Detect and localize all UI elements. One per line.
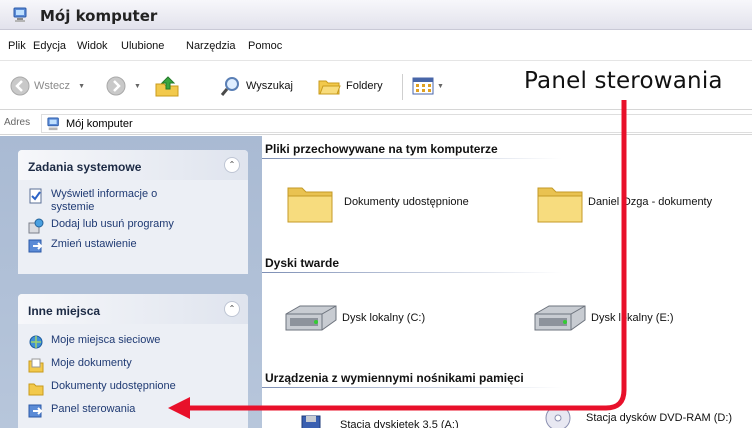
task-add-remove-programs[interactable]: Dodaj lub usuń programy [28, 218, 238, 234]
back-arrow-icon [10, 76, 30, 96]
place-label: Moje dokumenty [51, 357, 132, 369]
collapse-chevron-icon[interactable]: ⌃ [224, 157, 240, 173]
folder-icon [287, 187, 333, 223]
item-label: Stacja dyskietek 3,5 (A:) [340, 419, 459, 428]
task-label: Wyświetl informacje o systemie [51, 188, 158, 213]
item-label: Dokumenty udostępnione [344, 196, 469, 208]
menu-favorites[interactable]: Ulubione [121, 40, 164, 52]
menu-tools[interactable]: Narzędzia [186, 40, 236, 52]
group-title: Urządzenia z wymiennymi nośnikami pamięc… [265, 371, 524, 385]
menu-view[interactable]: Widok [77, 40, 108, 52]
group-divider [262, 158, 562, 159]
item-label: Stacja dysków DVD-RAM (D:) [586, 412, 733, 424]
place-label: Dokumenty udostępnione [51, 380, 176, 392]
back-dropdown-icon[interactable]: ▼ [78, 83, 85, 90]
item-label: Dysk lokalny (C:) [342, 312, 426, 324]
shared-folder-icon [28, 383, 44, 396]
add-remove-programs-icon [28, 218, 44, 234]
group-divider [262, 387, 562, 388]
group-header-hard-drives: Dyski twarde [262, 251, 752, 273]
place-label: Panel sterowania [51, 403, 136, 415]
other-places-header[interactable]: Inne miejsca ⌃ [18, 294, 248, 324]
group-header-removable: Urządzenia z wymiennymi nośnikami pamięc… [262, 366, 752, 388]
folder-user-documents[interactable]: Daniel Ozga - dokumenty [536, 180, 712, 224]
group-divider [262, 272, 562, 273]
task-view-system-info[interactable]: Wyświetl informacje o systemie [28, 188, 238, 214]
task-label: Dodaj lub usuń programy [51, 218, 174, 230]
menu-help[interactable]: Pomoc [248, 40, 282, 52]
item-label: Daniel Ozga - dokumenty [588, 196, 713, 208]
hard-drive-icon [534, 305, 586, 331]
drive-a[interactable]: Stacja dyskietek 3,5 (A:) [300, 414, 459, 428]
system-tasks-title: Zadania systemowe [28, 160, 142, 174]
folders-label: Foldery [346, 80, 383, 92]
address-bar: Adres Mój komputer [0, 111, 752, 135]
address-label: Adres [4, 117, 31, 128]
other-places-title: Inne miejsca [28, 304, 101, 318]
toolbar: Wstecz ▼ ▼ Wyszukaj Foldery ▼ Panel ster… [0, 62, 752, 110]
views-dropdown-icon[interactable]: ▼ [437, 83, 444, 90]
up-folder-icon [155, 76, 179, 97]
forward-arrow-icon [106, 76, 126, 96]
address-value: Mój komputer [66, 117, 133, 130]
group-header-files: Pliki przechowywane na tym komputerze [262, 137, 752, 159]
item-label: Dysk lokalny (E:) [591, 312, 674, 324]
task-pane: Zadania systemowe ⌃ Wyświetl informacje … [0, 136, 262, 428]
task-change-setting[interactable]: Zmień ustawienie [28, 238, 238, 254]
forward-dropdown-icon[interactable]: ▼ [134, 83, 141, 90]
folder-shared-documents[interactable]: Dokumenty udostępnione [286, 180, 469, 224]
group-title: Dyski twarde [265, 256, 340, 270]
menu-file[interactable]: Plik [8, 40, 26, 52]
folders-icon [318, 80, 341, 95]
views-button[interactable]: ▼ [412, 74, 444, 98]
my-computer-icon [13, 7, 27, 22]
up-folder-button[interactable] [154, 74, 180, 98]
title-bar: Mój komputer [0, 0, 752, 30]
views-icon [412, 77, 434, 95]
other-places-panel: Inne miejsca ⌃ Moje miejsca sieciowe Moj… [18, 294, 248, 428]
place-label: Moje miejsca sieciowe [51, 334, 161, 346]
system-tasks-list: Wyświetl informacje o systemie Dodaj lub… [18, 180, 248, 264]
task-label: Zmień ustawienie [51, 238, 137, 250]
floppy-drive-icon [301, 415, 321, 428]
drive-d[interactable]: Stacja dysków DVD-RAM (D:) [540, 404, 732, 428]
place-my-documents[interactable]: Moje dokumenty [28, 357, 238, 373]
place-control-panel[interactable]: Panel sterowania [28, 403, 238, 419]
other-places-list: Moje miejsca sieciowe Moje dokumenty Dok… [18, 324, 248, 428]
search-icon [220, 77, 239, 96]
hard-drive-icon [285, 305, 337, 331]
control-panel-icon [28, 239, 43, 253]
folders-button[interactable]: Foldery [318, 74, 383, 98]
my-computer-icon [47, 116, 59, 130]
system-tasks-header[interactable]: Zadania systemowe ⌃ [18, 150, 248, 180]
system-tasks-panel: Zadania systemowe ⌃ Wyświetl informacje … [18, 150, 248, 274]
annotation-label: Panel sterowania [524, 68, 723, 94]
network-places-icon [29, 335, 43, 349]
menu-bar: Plik Edycja Widok Ulubione Narzędzia Pom… [0, 31, 752, 61]
place-shared-documents[interactable]: Dokumenty udostępnione [28, 380, 238, 396]
folder-icon [537, 187, 583, 223]
address-field[interactable]: Mój komputer [41, 114, 752, 133]
drive-e[interactable]: Dysk lokalny (E:) [531, 302, 674, 334]
dvd-drive-icon [545, 405, 571, 428]
group-title: Pliki przechowywane na tym komputerze [265, 142, 498, 156]
toolbar-separator [402, 74, 403, 100]
collapse-chevron-icon[interactable]: ⌃ [224, 301, 240, 317]
menu-edit[interactable]: Edycja [33, 40, 66, 52]
place-network[interactable]: Moje miejsca sieciowe [28, 334, 238, 350]
search-label: Wyszukaj [246, 80, 293, 92]
control-panel-icon [28, 404, 43, 418]
forward-button[interactable]: ▼ [106, 74, 141, 98]
search-button[interactable]: Wyszukaj [220, 74, 293, 98]
back-button[interactable]: Wstecz ▼ [10, 74, 85, 98]
my-documents-icon [28, 358, 44, 373]
drive-c[interactable]: Dysk lokalny (C:) [282, 302, 425, 334]
back-label: Wstecz [34, 80, 71, 92]
window-title: Mój komputer [40, 7, 158, 25]
system-info-icon [29, 188, 42, 204]
